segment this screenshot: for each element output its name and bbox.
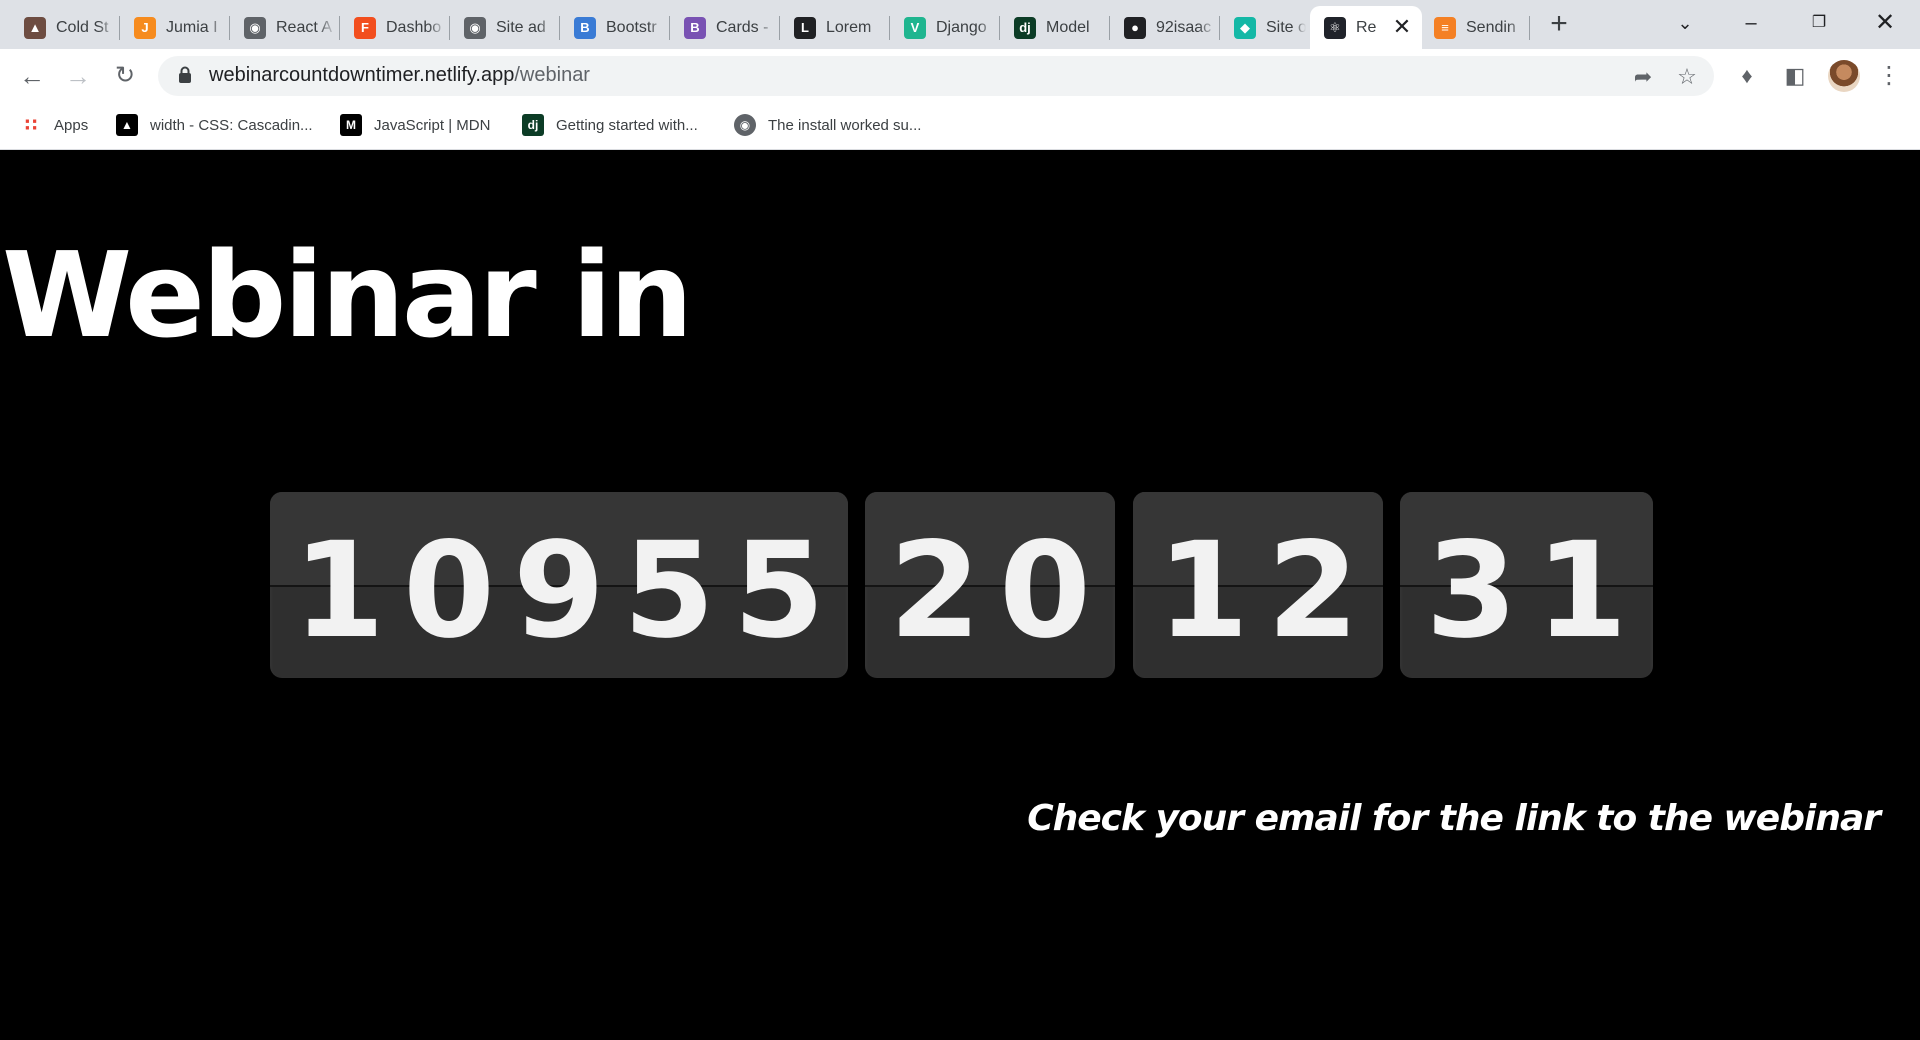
tab-title: Jumia I (166, 18, 218, 36)
tab-title: Re (1356, 18, 1377, 36)
react-icon: ⚛ (1324, 16, 1346, 39)
mdn-icon: M (340, 114, 362, 136)
browser-tab[interactable]: dj Model (1000, 6, 1110, 49)
share-icon[interactable]: ➦ (1630, 64, 1656, 90)
forward-button[interactable]: → (63, 61, 93, 91)
seconds-digit: 1 (1535, 514, 1628, 668)
bookmark-item[interactable]: M JavaScript | MDN (340, 113, 490, 137)
bootstrap-icon: B (574, 16, 596, 39)
browser-tab[interactable]: ◉ React A (230, 6, 340, 49)
browser-tab[interactable]: J Jumia I (120, 6, 230, 49)
bookmark-star-icon[interactable]: ☆ (1674, 64, 1700, 90)
address-bar[interactable]: webinarcountdowntimer.netlify.app/webina… (158, 56, 1714, 96)
side-panel-icon[interactable]: ◧ (1780, 61, 1810, 91)
tab-separator (1529, 16, 1530, 40)
browser-chrome: + ⌄ – ❐ ✕ ▲ Cold St J Jumia I ◉ React A F Dashb… (0, 0, 1920, 150)
restore-button[interactable]: ❐ (1796, 4, 1842, 42)
bookmark-item[interactable]: dj Getting started with... (522, 113, 698, 137)
tab-title: Cards - (716, 18, 769, 36)
tab-title: React A (276, 18, 333, 36)
browser-tab[interactable]: V Django (890, 6, 1000, 49)
minutes-digit: 2 (1267, 514, 1359, 668)
cake-icon: ▲ (24, 16, 46, 39)
globe-icon: ◉ (244, 16, 266, 39)
bookmark-item[interactable]: ◉ The install worked su... (734, 113, 921, 137)
tab-title: 92isaac (1156, 18, 1212, 36)
days-digit: 5 (623, 514, 715, 668)
seconds-digit: 3 (1425, 514, 1518, 668)
close-window-button[interactable]: ✕ (1862, 4, 1908, 42)
browser-tab[interactable]: ◉ Site ad (450, 6, 560, 49)
browser-tab[interactable]: ▲ Cold St (10, 6, 120, 49)
tab-title: Model (1046, 18, 1090, 36)
browser-tab[interactable]: ● 92isaac (1110, 6, 1220, 49)
hours-digit: 0 (999, 514, 1091, 668)
bookmark-label: Getting started with... (556, 116, 698, 134)
browser-tab[interactable]: ≡ Sendin (1420, 6, 1530, 49)
days-digit: 9 (513, 514, 605, 668)
bootstrap-b-icon: B (684, 16, 706, 39)
tab-title: Sendin (1466, 18, 1516, 36)
github-icon: ● (1124, 16, 1146, 39)
figma-icon: F (354, 16, 376, 39)
bookmark-item[interactable]: ▲ width - CSS: Cascadin... (116, 113, 313, 137)
lorem-l-icon: L (794, 16, 816, 39)
browser-tab[interactable]: B Cards - (670, 6, 780, 49)
django-icon: dj (522, 114, 544, 136)
days-digit: 1 (293, 514, 385, 668)
seconds-flip-card: 31 (1400, 492, 1653, 678)
email-note: Check your email for the link to the web… (1027, 798, 1881, 839)
days-digit: 0 (403, 514, 495, 668)
url-text[interactable]: webinarcountdowntimer.netlify.app/webina… (209, 64, 590, 87)
back-button[interactable]: ← (17, 61, 47, 91)
tab-title: Lorem (826, 18, 872, 36)
new-tab-button[interactable]: + (1544, 8, 1574, 42)
hours-flip-card: 20 (865, 492, 1115, 678)
tab-title: Site ad (496, 18, 546, 36)
apps-grid-icon: ∷ (24, 114, 38, 135)
minutes-digit: 1 (1157, 514, 1249, 668)
browser-tab[interactable]: ◆ Site ov (1220, 6, 1310, 49)
tab-close-icon[interactable]: ✕ (1392, 16, 1412, 38)
browser-tab[interactable]: ⚛ Re ✕ (1310, 6, 1422, 49)
vuetify-v-icon: V (904, 16, 926, 39)
page-title: Webinar in (2, 226, 693, 364)
stackoverflow-icon: ≡ (1434, 16, 1456, 39)
tab-title: Dashbo (386, 18, 442, 36)
jumia-icon: J (134, 16, 156, 39)
mdn-dino-icon: ▲ (116, 114, 138, 136)
tab-strip: + ⌄ – ❐ ✕ ▲ Cold St J Jumia I ◉ React A F Dashb… (0, 0, 1920, 49)
minutes-flip-card: 12 (1133, 492, 1383, 678)
globe-icon: ◉ (464, 16, 486, 39)
django-icon: dj (1014, 16, 1036, 39)
globe-icon: ◉ (734, 114, 756, 136)
minimize-button[interactable]: – (1728, 4, 1774, 42)
tab-title: Cold St (56, 18, 109, 36)
extensions-puzzle-icon[interactable]: ♦ (1732, 61, 1762, 91)
browser-tab[interactable]: B Bootstr (560, 6, 670, 49)
hours-digit: 2 (889, 514, 981, 668)
profile-avatar[interactable] (1828, 60, 1860, 92)
tab-title: Django (936, 18, 987, 36)
bookmark-item[interactable]: ∷ Apps (20, 113, 88, 137)
lock-icon[interactable] (178, 66, 192, 84)
bookmark-label: width - CSS: Cascadin... (150, 116, 313, 134)
bookmarks-bar: ∷ Apps ▲ width - CSS: Cascadin... M JavaScrip… (0, 103, 1920, 147)
browser-tab[interactable]: L Lorem (780, 6, 890, 49)
bookmark-label: Apps (54, 116, 89, 134)
bookmark-label: The install worked su... (768, 116, 922, 134)
tab-title: Bootstr (606, 18, 657, 36)
bookmark-label: JavaScript | MDN (374, 116, 491, 134)
days-digit: 5 (733, 514, 825, 668)
browser-tab[interactable]: F Dashbo (340, 6, 450, 49)
webinar-page: Webinar in 10955201231 Check your email … (0, 150, 1920, 1040)
days-flip-card: 10955 (270, 492, 848, 678)
netlify-icon: ◆ (1234, 16, 1256, 39)
tab-search-chevron-icon[interactable]: ⌄ (1662, 4, 1708, 42)
tab-title: Site ov (1266, 18, 1306, 36)
reload-button[interactable]: ↻ (110, 61, 140, 91)
toolbar: ← → ↻ webinarcountdowntimer.netlify.app/… (0, 49, 1920, 103)
menu-kebab-icon[interactable]: ⋮ (1874, 61, 1904, 91)
